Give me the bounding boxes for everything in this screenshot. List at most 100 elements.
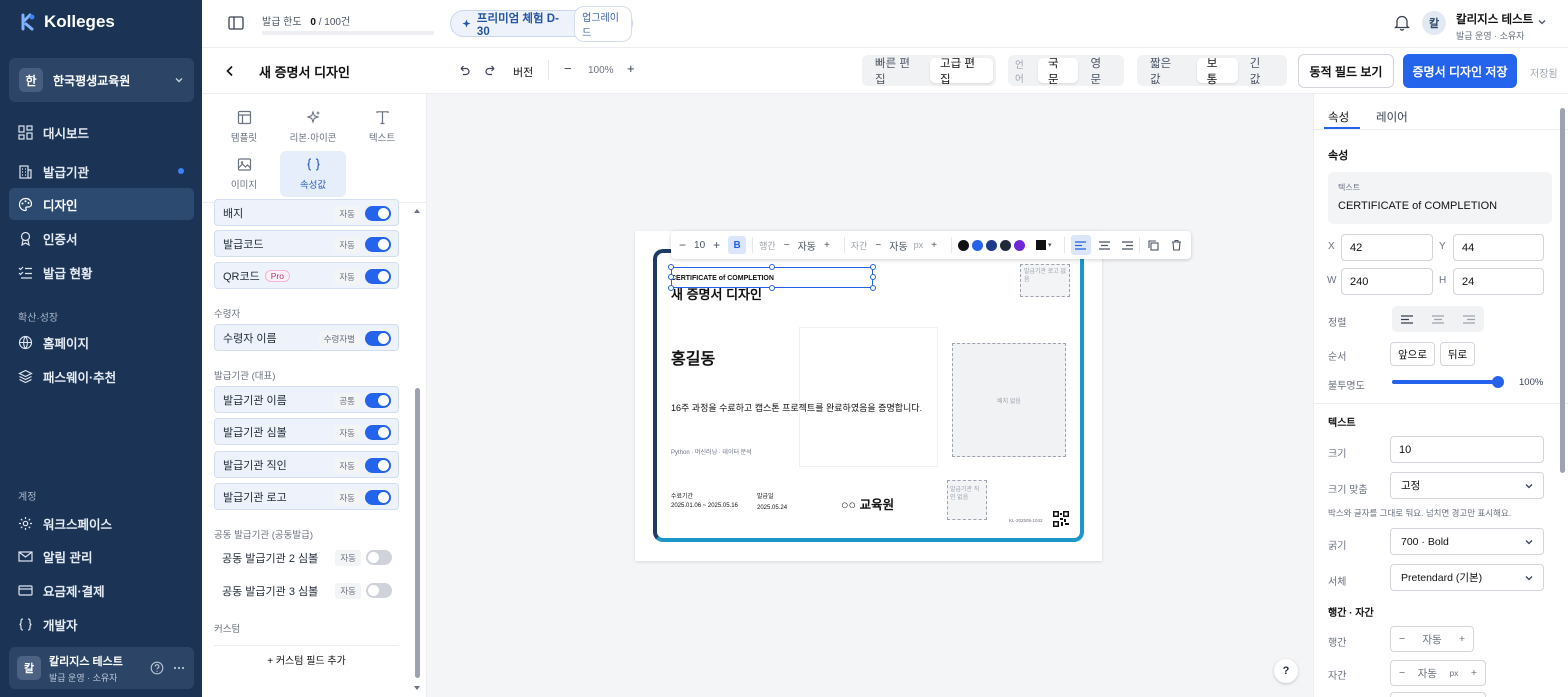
issue-date-value[interactable]: 2025.05.24: [757, 505, 787, 511]
upgrade-button[interactable]: 업그레이드: [574, 5, 632, 42]
account-info[interactable]: 칼리지스 테스트 발급 운영 · 소유자: [1456, 11, 1533, 42]
editor-title[interactable]: 새 증명서 디자인: [259, 62, 350, 81]
field-toggle[interactable]: [365, 425, 391, 440]
issue-code[interactable]: KL-202505-1042: [1009, 518, 1043, 523]
field-toggle[interactable]: [366, 550, 392, 565]
letter-spacing-value[interactable]: 자동: [889, 238, 907, 253]
x-input[interactable]: 42: [1341, 234, 1433, 261]
sidebar-item-dashboard[interactable]: 대시보드: [9, 116, 194, 148]
help-button[interactable]: ?: [1274, 659, 1298, 683]
more-icon[interactable]: [172, 661, 186, 675]
version-button[interactable]: 버전: [513, 64, 533, 80]
user-card[interactable]: 칼 칼리지스 테스트 발급 운영 · 소유자: [9, 647, 194, 689]
letter-spacing-decrease[interactable]: −: [1399, 667, 1405, 679]
tab-layers[interactable]: 레이어: [1376, 109, 1408, 125]
line-height-decrease[interactable]: −: [784, 240, 790, 251]
letter-spacing-increase[interactable]: +: [931, 240, 937, 251]
resize-handle[interactable]: [769, 285, 775, 291]
field-toggle[interactable]: [365, 331, 391, 346]
letter-spacing-decrease[interactable]: −: [875, 240, 881, 251]
recipient-name[interactable]: 홍길동: [671, 345, 715, 369]
letter-spacing-increase[interactable]: +: [1471, 667, 1477, 679]
field-row-issuer-logo[interactable]: 발급기관 로고 자동: [214, 483, 399, 510]
resize-handle[interactable]: [870, 264, 876, 270]
sidebar-item-workspace[interactable]: 워크스페이스: [9, 507, 194, 539]
align-right-button[interactable]: [1121, 240, 1133, 250]
org-switcher[interactable]: 한 한국평생교육원: [9, 58, 194, 102]
color-swatch-dark[interactable]: [999, 239, 1011, 251]
align-center-button[interactable]: [1098, 240, 1110, 250]
field-row-issuer-name[interactable]: 발급기관 이름 공통: [214, 386, 399, 413]
h-input[interactable]: 24: [1453, 268, 1544, 295]
field-row-issuer-symbol[interactable]: 발급기관 심볼 자동: [214, 418, 399, 445]
issuer-symbol-slot[interactable]: [799, 327, 938, 467]
app-logo[interactable]: Kolleges: [18, 12, 115, 32]
undo-icon[interactable]: [458, 64, 470, 76]
sidebar-item-issuers[interactable]: 발급기관: [9, 155, 194, 187]
field-row-issuer-seal[interactable]: 발급기관 직인 자동: [214, 451, 399, 478]
resize-handle[interactable]: [668, 285, 674, 291]
opacity-slider[interactable]: [1392, 376, 1504, 388]
align-right-icon[interactable]: [1462, 314, 1475, 324]
line-height-increase[interactable]: +: [824, 240, 830, 251]
field-toggle[interactable]: [366, 583, 392, 598]
y-input[interactable]: 44: [1453, 234, 1544, 261]
size-input[interactable]: 10: [1390, 436, 1544, 463]
issuer-name[interactable]: ○○ 교육원: [841, 494, 894, 513]
color-picker-current[interactable]: [1035, 240, 1046, 250]
send-backward-button[interactable]: 뒤로: [1440, 342, 1475, 366]
trial-chip[interactable]: 프리미엄 체험 D-30 업그레이드: [450, 5, 633, 42]
resize-handle[interactable]: [769, 264, 775, 270]
text-content-field[interactable]: 텍스트 CERTIFICATE of COMPLETION: [1328, 172, 1552, 224]
scrollbar-thumb[interactable]: [1560, 108, 1565, 473]
len-short[interactable]: 짧은 값: [1140, 58, 1195, 86]
color-swatch-navy[interactable]: [985, 239, 997, 251]
field-row-co-issuer-3[interactable]: 공동 발급기관 3 심볼 자동: [214, 577, 399, 604]
field-row-code[interactable]: 발급코드 자동: [214, 230, 399, 257]
line-height-increase[interactable]: +: [1459, 633, 1465, 645]
field-toggle[interactable]: [365, 237, 391, 252]
sidebar-toggle-icon[interactable]: [228, 15, 244, 31]
color-swatch-blue[interactable]: [971, 239, 983, 251]
field-toggle[interactable]: [365, 269, 391, 284]
font-select[interactable]: Pretendard (기본): [1390, 564, 1544, 591]
line-height-decrease[interactable]: −: [1399, 633, 1405, 645]
sidebar-item-pathway[interactable]: 패스웨이·추천: [9, 360, 194, 392]
sidebar-item-design[interactable]: 디자인: [9, 188, 194, 220]
dynamic-fields-button[interactable]: 동적 필드 보기: [1298, 54, 1394, 88]
lang-ko[interactable]: 국문: [1037, 58, 1079, 86]
field-row-badge[interactable]: 배지 자동: [214, 199, 399, 226]
seal-placeholder[interactable]: 발급기관 직인 없음: [947, 480, 987, 520]
color-swatch-purple[interactable]: [1013, 239, 1025, 251]
resize-handle[interactable]: [668, 264, 674, 270]
tool-template[interactable]: 템플릿: [211, 104, 277, 150]
field-row-co-issuer-2[interactable]: 공동 발급기관 2 심볼 자동: [214, 544, 399, 571]
bold-button[interactable]: B: [728, 236, 747, 254]
align-left-icon[interactable]: [1401, 314, 1414, 324]
opacity-slider-thumb[interactable]: [1492, 376, 1504, 388]
resize-handle[interactable]: [870, 274, 876, 280]
font-size-increase[interactable]: +: [713, 238, 720, 252]
align-center-icon[interactable]: [1431, 314, 1444, 324]
letter-spacing-stepper[interactable]: − 자동 px +: [1390, 660, 1486, 686]
w-input[interactable]: 240: [1341, 268, 1433, 295]
qr-code-icon[interactable]: [1053, 511, 1069, 527]
scroll-down-icon[interactable]: [413, 684, 421, 692]
resize-handle[interactable]: [668, 274, 674, 280]
zoom-out-button[interactable]: −: [564, 61, 572, 76]
font-size-decrease[interactable]: −: [679, 238, 686, 252]
scroll-up-icon[interactable]: [413, 207, 421, 215]
font-size-value[interactable]: 10: [694, 240, 705, 251]
line-height-value[interactable]: 자동: [798, 238, 816, 253]
account-avatar[interactable]: 칼: [1422, 11, 1446, 35]
color-swatch-black[interactable]: [957, 239, 969, 251]
weight-select[interactable]: 700 · Bold: [1390, 528, 1544, 555]
sidebar-item-notifications[interactable]: 알림 관리: [9, 540, 194, 572]
sidebar-item-certificates[interactable]: 인증서: [9, 222, 194, 254]
badge-placeholder[interactable]: 배지 없음: [952, 343, 1066, 457]
add-custom-field-button[interactable]: + 커스텀 필드 추가: [214, 652, 399, 667]
field-toggle[interactable]: [365, 490, 391, 505]
tool-attributes[interactable]: 속성값: [280, 151, 346, 197]
field-row-qr[interactable]: QR코드 Pro 자동: [214, 262, 399, 289]
redo-icon[interactable]: [485, 64, 497, 76]
